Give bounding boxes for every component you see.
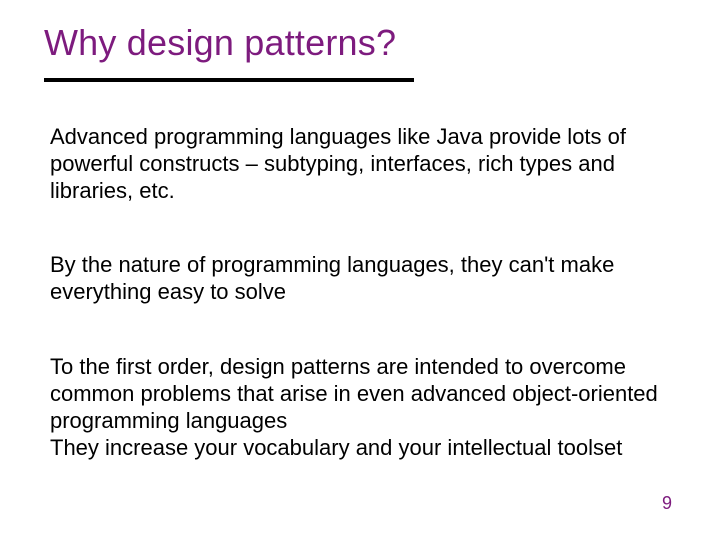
body-paragraph: To the first order, design patterns are …: [50, 354, 662, 434]
body-paragraph: They increase your vocabulary and your i…: [50, 435, 662, 462]
slide: Why design patterns? Advanced programmin…: [0, 0, 720, 540]
slide-body: Advanced programming languages like Java…: [50, 124, 662, 461]
body-paragraph: By the nature of programming languages, …: [50, 252, 662, 306]
body-paragraph: Advanced programming languages like Java…: [50, 124, 662, 204]
title-underline: [44, 78, 414, 82]
page-number: 9: [662, 493, 672, 514]
slide-title: Why design patterns?: [44, 22, 396, 64]
